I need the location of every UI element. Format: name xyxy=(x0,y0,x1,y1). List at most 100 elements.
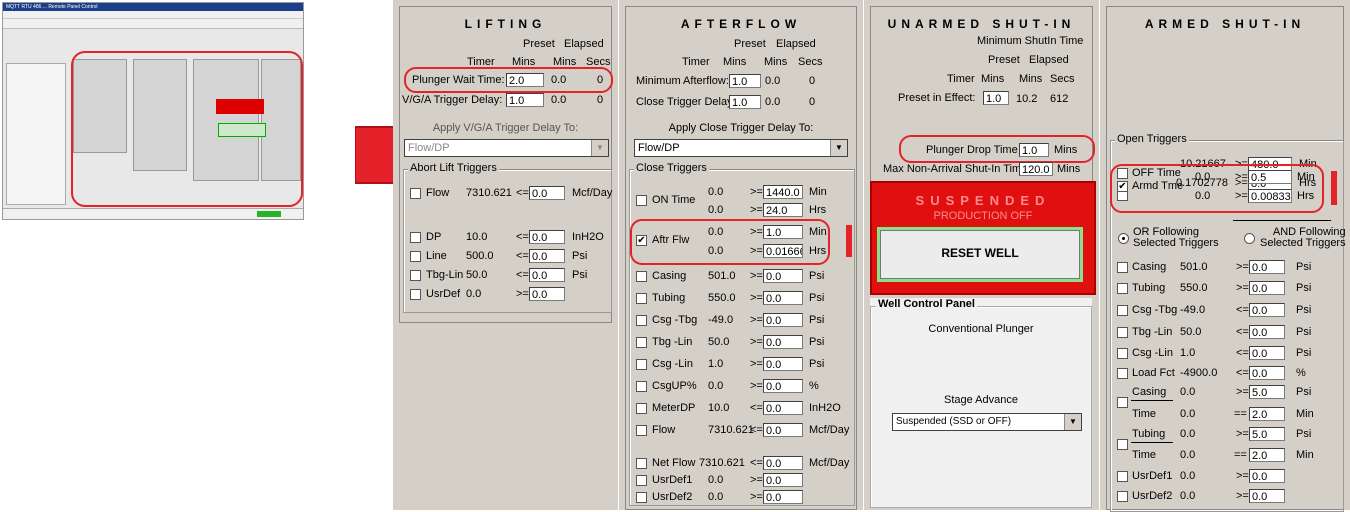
non-arrival-input[interactable]: 120.0 xyxy=(1019,162,1053,176)
trigger-name: CsgUP% xyxy=(652,380,697,392)
tbg-lin-checkbox[interactable] xyxy=(410,270,421,281)
trigger-input[interactable]: 0.0 xyxy=(763,456,803,470)
trigger-value: 550.0 xyxy=(1180,282,1208,294)
trigger-input[interactable]: 0.0 xyxy=(763,423,803,437)
trigger-input[interactable]: 0.0 xyxy=(763,335,803,349)
casing-time-checkbox[interactable] xyxy=(1117,397,1128,408)
application-thumbnail: MQTT RTU 486 ... Remote Panel Control xyxy=(2,2,304,220)
trigger-unit: Psi xyxy=(572,269,588,281)
preset-elapsed-mins: 10.2 xyxy=(1016,93,1038,105)
min-afterflow-input[interactable]: 1.0 xyxy=(729,74,761,88)
load-fct-checkbox[interactable] xyxy=(1117,368,1128,379)
trigger-input[interactable]: 0.0 xyxy=(529,186,565,200)
trigger-input[interactable]: 0.0 xyxy=(1249,325,1285,339)
aftr-flw-highlight xyxy=(630,219,830,265)
reset-well-button[interactable]: RESET WELL xyxy=(880,230,1080,279)
and-following-radio[interactable] xyxy=(1244,233,1255,244)
flow-checkbox[interactable] xyxy=(410,188,421,199)
or-following-radio[interactable] xyxy=(1118,233,1129,244)
on-time-checkbox[interactable] xyxy=(636,195,647,206)
min-afterflow-secs: 0 xyxy=(809,75,816,87)
usrdef-checkbox[interactable] xyxy=(410,289,421,300)
on-time-input-hrs[interactable]: 24.0 xyxy=(763,203,803,217)
trigger-op: >= xyxy=(516,288,529,300)
reset-well-frame: RESET WELL xyxy=(877,227,1083,282)
dp-checkbox[interactable] xyxy=(410,232,421,243)
casing-checkbox[interactable] xyxy=(1117,262,1128,273)
afterflow-apply-select[interactable]: Flow/DP ▼ xyxy=(634,139,848,157)
trigger-input[interactable]: 0.0 xyxy=(1249,489,1285,503)
abort-lift-label: Abort Lift Triggers xyxy=(408,162,499,174)
trigger-name: MeterDP xyxy=(652,402,696,414)
tubing-time-time-input[interactable]: 2.0 xyxy=(1249,448,1285,462)
usrdef2-checkbox[interactable] xyxy=(1117,491,1128,502)
trigger-input[interactable]: 0.0 xyxy=(763,291,803,305)
trigger-input[interactable]: 0.0 xyxy=(529,230,565,244)
lifting-header-preset: Preset xyxy=(523,38,555,50)
tubing-checkbox[interactable] xyxy=(1117,283,1128,294)
trigger-input[interactable]: 0.0 xyxy=(529,249,565,263)
trigger-input[interactable]: 0.0 xyxy=(763,401,803,415)
on-time-input-min[interactable]: 1440.0 xyxy=(763,185,803,199)
csg-lin-checkbox[interactable] xyxy=(1117,348,1128,359)
tbg-lin-checkbox[interactable] xyxy=(636,337,647,348)
trigger-unit: Psi xyxy=(1296,347,1312,359)
trigger-value: -49.0 xyxy=(708,314,734,326)
non-arrival-label: Max Non-Arrival Shut-In Time: xyxy=(883,163,1031,175)
and-following-label: AND Following Selected Triggers xyxy=(1260,227,1346,249)
flow-checkbox[interactable] xyxy=(636,425,647,436)
trigger-input[interactable]: 0.0 xyxy=(529,287,565,301)
trigger-value: 0.0 xyxy=(708,491,724,503)
trigger-input[interactable]: 0.0 xyxy=(1249,469,1285,483)
trigger-input[interactable]: 0.0 xyxy=(763,313,803,327)
csgup-checkbox[interactable] xyxy=(636,381,647,392)
usrdef2-checkbox[interactable] xyxy=(636,492,647,503)
casing-time-divider xyxy=(1131,400,1173,401)
tubing-time-checkbox[interactable] xyxy=(1117,439,1128,450)
vga-delay-input[interactable]: 1.0 xyxy=(506,93,544,107)
trigger-input[interactable]: 0.0 xyxy=(763,379,803,393)
unarmed-header-timer: Timer xyxy=(947,73,975,85)
on-time-unit-min: Min xyxy=(809,186,827,198)
preset-in-effect-input[interactable]: 1.0 xyxy=(983,91,1009,105)
tubing-checkbox[interactable] xyxy=(636,293,647,304)
tbg-lin-checkbox[interactable] xyxy=(1117,327,1128,338)
status-block: SUSPENDED PRODUCTION OFF RESET WELL xyxy=(870,181,1096,295)
tubing-time-time-unit: Min xyxy=(1296,449,1314,461)
tubing-time-value: 0.0 xyxy=(1180,428,1196,440)
chevron-down-icon[interactable]: ▼ xyxy=(830,140,847,156)
line-checkbox[interactable] xyxy=(410,251,421,262)
csg-tbg-checkbox[interactable] xyxy=(636,315,647,326)
tubing-time-input[interactable]: 5.0 xyxy=(1249,427,1285,441)
usrdef1-checkbox[interactable] xyxy=(636,475,647,486)
chevron-down-icon[interactable]: ▼ xyxy=(1064,414,1081,430)
casing-time-time-input[interactable]: 2.0 xyxy=(1249,407,1285,421)
trigger-input[interactable]: 0.0 xyxy=(1249,346,1285,360)
casing-time-input[interactable]: 5.0 xyxy=(1249,385,1285,399)
trigger-op: <= xyxy=(1236,367,1249,379)
afterflow-header-preset: Preset xyxy=(734,38,766,50)
net-flow-checkbox[interactable] xyxy=(636,458,647,469)
trigger-input[interactable]: 0.0 xyxy=(1249,303,1285,317)
trigger-input[interactable]: 0.0 xyxy=(763,269,803,283)
chevron-down-icon[interactable]: ▼ xyxy=(591,140,608,156)
trigger-input[interactable]: 0.0 xyxy=(1249,260,1285,274)
trigger-input[interactable]: 0.0 xyxy=(763,357,803,371)
casing-checkbox[interactable] xyxy=(636,271,647,282)
csg-tbg-checkbox[interactable] xyxy=(1117,305,1128,316)
trigger-input[interactable]: 0.0 xyxy=(529,268,565,282)
meterdp-checkbox[interactable] xyxy=(636,403,647,414)
tubing-time-divider xyxy=(1131,442,1173,443)
trigger-input[interactable]: 0.0 xyxy=(1249,281,1285,295)
lifting-apply-select[interactable]: Flow/DP ▼ xyxy=(404,139,609,157)
trigger-input[interactable]: 0.0 xyxy=(763,490,803,504)
close-delay-input[interactable]: 1.0 xyxy=(729,95,761,109)
trigger-op: >= xyxy=(750,474,763,486)
stage-advance-select[interactable]: Suspended (SSD or OFF) ▼ xyxy=(892,413,1082,431)
csg-lin-checkbox[interactable] xyxy=(636,359,647,370)
usrdef1-checkbox[interactable] xyxy=(1117,471,1128,482)
trigger-input[interactable]: 0.0 xyxy=(763,473,803,487)
trigger-op: >= xyxy=(1236,490,1249,502)
tubing-time-op: >= xyxy=(1236,428,1249,440)
trigger-input[interactable]: 0.0 xyxy=(1249,366,1285,380)
